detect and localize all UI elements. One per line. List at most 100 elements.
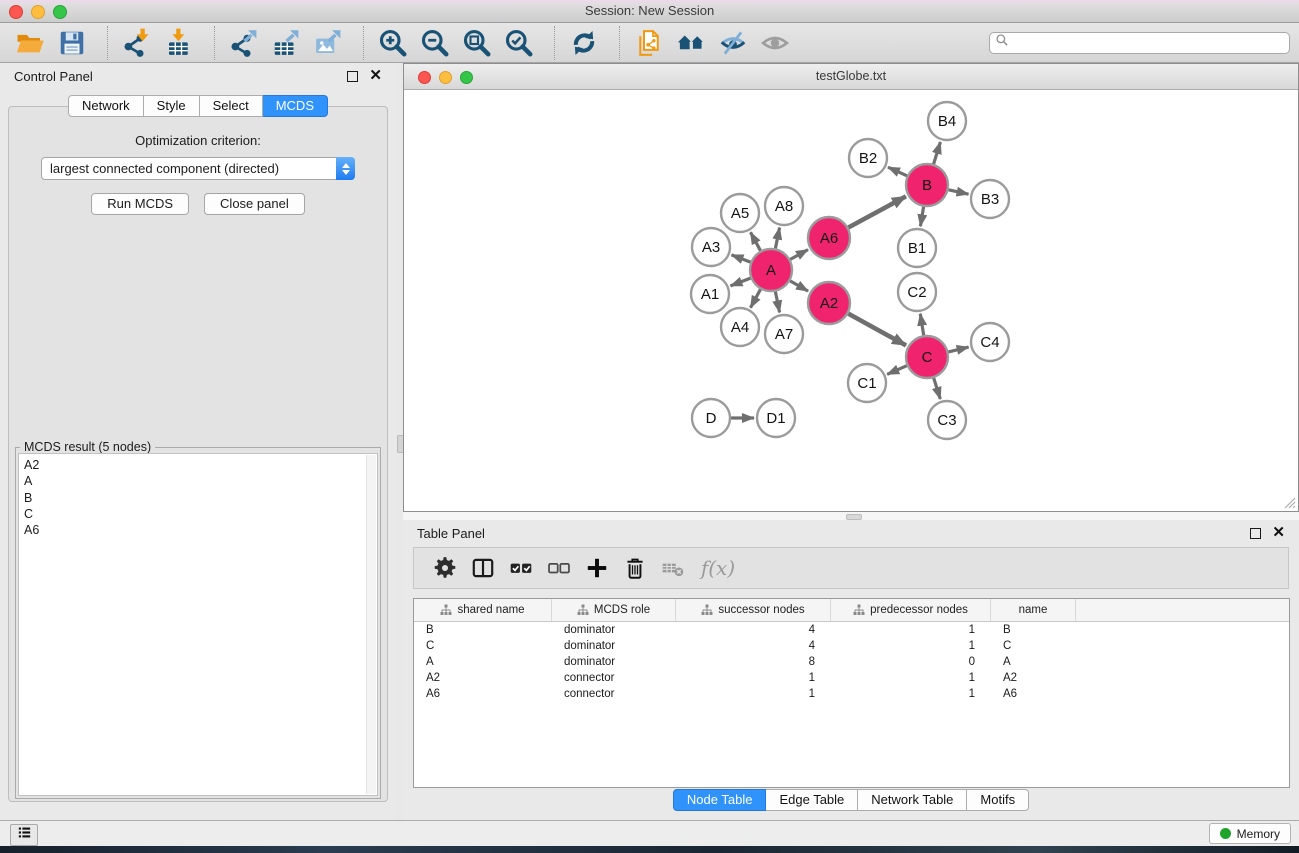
cell[interactable]: 4 — [676, 640, 831, 652]
cell[interactable]: C — [414, 640, 552, 652]
close-panel-icon[interactable]: ✕ — [369, 70, 382, 82]
show-columns-button[interactable] — [469, 554, 497, 582]
tab-style[interactable]: Style — [144, 95, 200, 117]
import-network-from-file-button[interactable] — [119, 26, 155, 60]
edge-A-A8[interactable] — [775, 228, 779, 249]
edge-A-A6[interactable] — [790, 250, 808, 260]
edge-B-B1[interactable] — [920, 207, 923, 227]
float-panel-button[interactable] — [347, 71, 358, 82]
deselect-all-rows-button[interactable] — [545, 554, 573, 582]
node-B2[interactable]: B2 — [849, 139, 887, 177]
new-network-from-file-button[interactable] — [631, 26, 667, 60]
column-header-name[interactable]: name — [991, 599, 1076, 621]
app-titlebar[interactable]: Session: New Session — [0, 0, 1299, 23]
node-A1[interactable]: A1 — [691, 275, 729, 313]
result-item[interactable]: A2 — [24, 457, 377, 473]
table-tab-node-table[interactable]: Node Table — [673, 789, 767, 811]
export-table-button[interactable] — [268, 26, 304, 60]
cell[interactable]: connector — [552, 688, 676, 700]
cell[interactable]: 4 — [676, 624, 831, 636]
node-A4[interactable]: A4 — [721, 308, 759, 346]
table-row-A2[interactable]: A2connector11A2 — [414, 670, 1289, 686]
show-task-history-button[interactable] — [10, 824, 38, 846]
result-item[interactable]: C — [24, 506, 377, 522]
edge-A2-C[interactable] — [848, 314, 906, 346]
cell[interactable]: 1 — [831, 624, 991, 636]
column-header-shared-name[interactable]: shared name — [414, 599, 552, 621]
node-B3[interactable]: B3 — [971, 180, 1009, 218]
tab-select[interactable]: Select — [200, 95, 263, 117]
edge-B-B4[interactable] — [934, 142, 941, 164]
select-all-rows-button[interactable] — [507, 554, 535, 582]
mcds-result-listbox[interactable]: A2ABCA6 — [18, 453, 378, 796]
table-row-C[interactable]: Cdominator41C — [414, 638, 1289, 654]
search-input[interactable] — [1012, 34, 1289, 52]
node-A8[interactable]: A8 — [765, 187, 803, 225]
edge-B-B2[interactable] — [888, 167, 907, 176]
node-A[interactable]: A — [750, 249, 792, 291]
optimization-criterion-dropdown[interactable]: largest connected component (directed) — [41, 157, 355, 180]
run-mcds-button[interactable]: Run MCDS — [91, 193, 189, 215]
table-mode-button[interactable] — [431, 554, 459, 582]
cell[interactable]: A — [991, 656, 1076, 668]
edge-A6-B[interactable] — [848, 196, 906, 227]
import-table-from-file-button[interactable] — [161, 26, 197, 60]
node-B4[interactable]: B4 — [928, 102, 966, 140]
close-table-panel-icon[interactable]: ✕ — [1272, 527, 1285, 539]
table-tab-edge-table[interactable]: Edge Table — [766, 789, 858, 811]
cell[interactable]: dominator — [552, 624, 676, 636]
cell[interactable]: B — [991, 624, 1076, 636]
table-tab-network-table[interactable]: Network Table — [858, 789, 967, 811]
cell[interactable]: dominator — [552, 656, 676, 668]
window-resize-grip[interactable] — [1283, 496, 1296, 509]
cell[interactable]: A6 — [991, 688, 1076, 700]
cell[interactable]: A2 — [414, 672, 552, 684]
node-C4[interactable]: C4 — [971, 323, 1009, 361]
save-session-button[interactable] — [54, 26, 90, 60]
cell[interactable]: dominator — [552, 640, 676, 652]
node-A3[interactable]: A3 — [692, 228, 730, 266]
cell[interactable]: B — [414, 624, 552, 636]
cell[interactable]: 1 — [676, 672, 831, 684]
apply-preferred-layout-button[interactable] — [566, 26, 602, 60]
cell[interactable]: A — [414, 656, 552, 668]
zoom-fit-content-button[interactable] — [459, 26, 495, 60]
first-neighbors-button[interactable] — [673, 26, 709, 60]
node-A5[interactable]: A5 — [721, 194, 759, 232]
hide-graphics-details-button[interactable] — [715, 26, 751, 60]
node-A6[interactable]: A6 — [808, 217, 850, 259]
cell[interactable]: 0 — [831, 656, 991, 668]
table-row-A6[interactable]: A6connector11A6 — [414, 686, 1289, 702]
result-scrollbar[interactable] — [366, 455, 376, 794]
node-C3[interactable]: C3 — [928, 401, 966, 439]
network-canvas[interactable]: B4 B2 B B3 B1 A5 A8 A6 A3 A A1 C2 A4 A7 … — [404, 90, 1298, 511]
node-D[interactable]: D — [692, 399, 730, 437]
node-B[interactable]: B — [906, 164, 948, 206]
cell[interactable]: A2 — [991, 672, 1076, 684]
tab-network[interactable]: Network — [68, 95, 144, 117]
result-item[interactable]: A6 — [24, 522, 377, 538]
edge-C-C3[interactable] — [934, 378, 941, 399]
tab-mcds[interactable]: MCDS — [263, 95, 328, 117]
result-item[interactable]: B — [24, 490, 377, 506]
edge-A-A1[interactable] — [731, 278, 751, 286]
zoom-selected-region-button[interactable] — [501, 26, 537, 60]
column-header-successor-nodes[interactable]: successor nodes — [676, 599, 831, 621]
cell[interactable]: 1 — [676, 688, 831, 700]
table-row-A[interactable]: Adominator80A — [414, 654, 1289, 670]
cell[interactable]: connector — [552, 672, 676, 684]
edge-A-A5[interactable] — [751, 232, 761, 250]
vertical-splitter[interactable] — [396, 63, 403, 820]
node-D1[interactable]: D1 — [757, 399, 795, 437]
cell[interactable]: 8 — [676, 656, 831, 668]
edge-C-C1[interactable] — [887, 366, 907, 375]
node-A2[interactable]: A2 — [808, 282, 850, 324]
memory-button[interactable]: Memory — [1209, 823, 1291, 844]
cell[interactable]: 1 — [831, 688, 991, 700]
cell[interactable]: A6 — [414, 688, 552, 700]
edge-B-B3[interactable] — [949, 190, 969, 194]
edge-A-A4[interactable] — [751, 289, 761, 307]
export-image-button[interactable] — [310, 26, 346, 60]
edge-A-A2[interactable] — [790, 281, 808, 291]
edge-C-C4[interactable] — [948, 347, 968, 352]
